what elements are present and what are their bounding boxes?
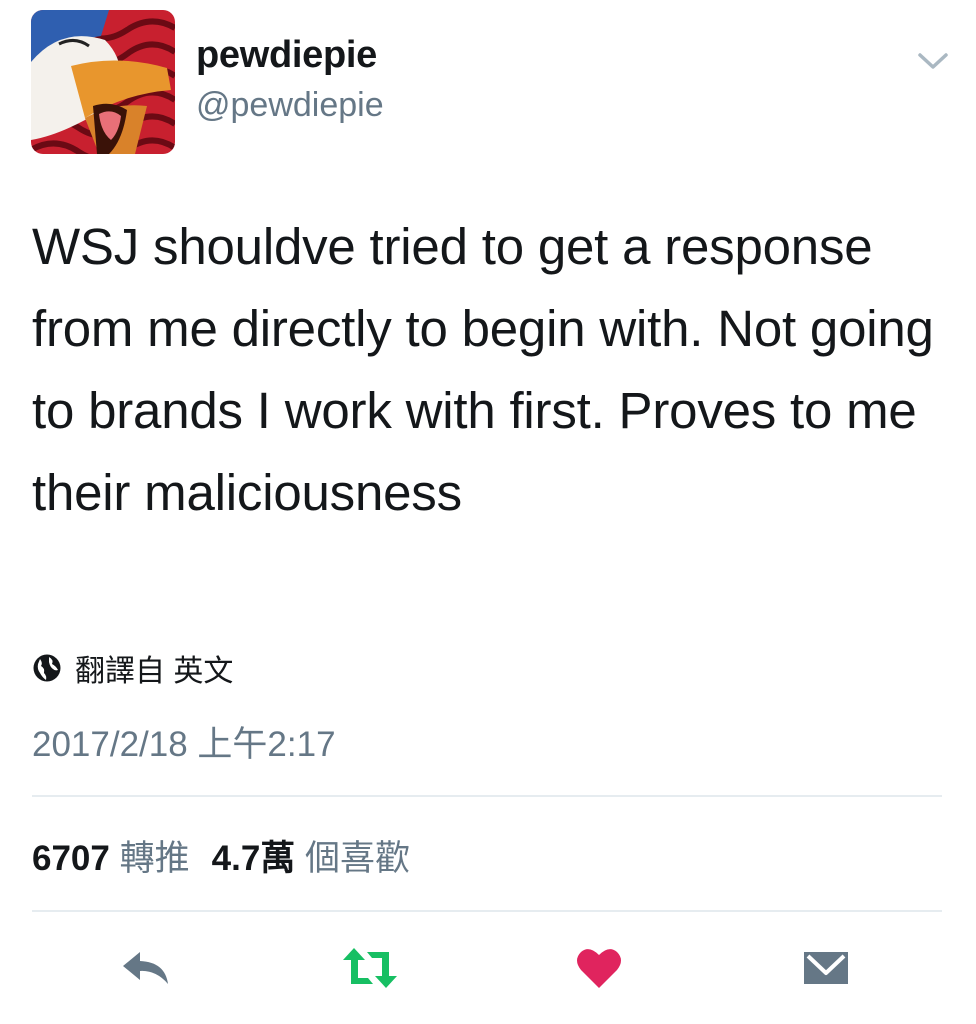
- divider-top: [32, 795, 942, 797]
- like-button[interactable]: [569, 942, 629, 994]
- likes-count: 4.7萬: [211, 839, 296, 878]
- user-handle[interactable]: @pewdiepie: [196, 86, 384, 125]
- avatar[interactable]: [31, 10, 175, 154]
- avatar-image: [31, 10, 175, 154]
- envelope-icon: [804, 952, 848, 984]
- retweet-icon: [343, 948, 397, 988]
- engagement-stats: 6707 轉推 4.7萬 個喜歡: [32, 830, 410, 881]
- likes-stat[interactable]: 4.7萬 個喜歡: [212, 830, 410, 881]
- retweets-stat[interactable]: 6707 轉推: [32, 830, 190, 881]
- divider-bottom: [32, 910, 942, 912]
- retweets-count: 6707: [32, 839, 110, 878]
- translate-label: 翻譯自 英文: [75, 655, 234, 688]
- likes-label: 個喜歡: [305, 839, 411, 878]
- direct-message-button[interactable]: [796, 942, 856, 994]
- heart-icon: [577, 949, 621, 988]
- reply-icon: [123, 952, 168, 984]
- display-name[interactable]: pewdiepie: [196, 34, 377, 77]
- chevron-down-icon[interactable]: [914, 46, 952, 76]
- retweets-label: 轉推: [119, 839, 190, 878]
- globe-icon: [33, 654, 61, 682]
- retweet-button[interactable]: [340, 942, 400, 994]
- translate-link[interactable]: 翻譯自 英文: [32, 648, 233, 688]
- tweet-timestamp: 2017/2/18 上午2:17: [32, 725, 336, 764]
- tweet-text: WSJ shouldve tried to get a response fro…: [32, 218, 934, 521]
- reply-button[interactable]: [116, 942, 176, 994]
